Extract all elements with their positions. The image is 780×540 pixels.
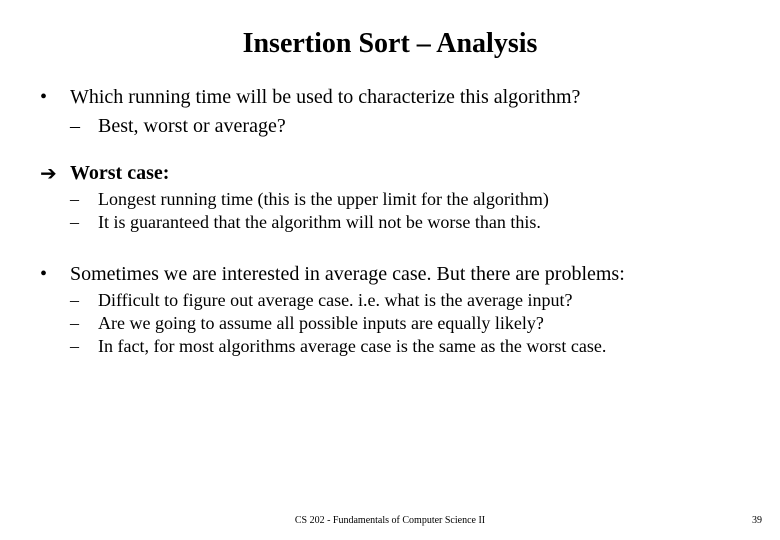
bullet-1-sub: – Best, worst or average? (40, 115, 740, 138)
bullet-2-sub-1: – Longest running time (this is the uppe… (40, 189, 740, 210)
dash-icon: – (70, 313, 98, 334)
bullet-2-sub: – Longest running time (this is the uppe… (40, 189, 740, 233)
bullet-2-label: Worst case: (70, 162, 169, 185)
bullet-1-sub-1: – Best, worst or average? (40, 115, 740, 138)
bullet-1: • Which running time will be used to cha… (40, 86, 740, 138)
bullet-3-sub-2-text: Are we going to assume all possible inpu… (98, 313, 544, 334)
bullet-2-sub-1-text: Longest running time (this is the upper … (98, 189, 549, 210)
bullet-1-sub-1-text: Best, worst or average? (98, 115, 286, 138)
bullet-3-sub-3: – In fact, for most algorithms average c… (40, 336, 740, 357)
slide: Insertion Sort – Analysis • Which runnin… (0, 0, 780, 540)
bullet-1-text: Which running time will be used to chara… (70, 86, 580, 109)
dash-icon: – (70, 336, 98, 357)
bullet-3: • Sometimes we are interested in average… (40, 263, 740, 357)
bullet-2-sub-2: – It is guaranteed that the algorithm wi… (40, 212, 740, 233)
bullet-3-sub-1: – Difficult to figure out average case. … (40, 290, 740, 311)
dash-icon: – (70, 115, 98, 138)
bullet-3-sub: – Difficult to figure out average case. … (40, 290, 740, 357)
dash-icon: – (70, 212, 98, 233)
bullet-2: ➔ Worst case: – Longest running time (th… (40, 162, 740, 233)
page-number: 39 (752, 515, 762, 526)
bullet-dot-icon: • (40, 86, 70, 109)
bullet-2-row: ➔ Worst case: (40, 162, 740, 185)
footer-text: CS 202 - Fundamentals of Computer Scienc… (0, 515, 780, 526)
slide-title: Insertion Sort – Analysis (40, 28, 740, 60)
bullet-1-row: • Which running time will be used to cha… (40, 86, 740, 109)
bullet-dot-icon: • (40, 263, 70, 286)
arrow-right-icon: ➔ (40, 162, 70, 184)
bullet-3-sub-2: – Are we going to assume all possible in… (40, 313, 740, 334)
dash-icon: – (70, 290, 98, 311)
content-list: • Which running time will be used to cha… (40, 86, 740, 357)
bullet-3-sub-3-text: In fact, for most algorithms average cas… (98, 336, 606, 357)
dash-icon: – (70, 189, 98, 210)
bullet-3-row: • Sometimes we are interested in average… (40, 263, 740, 286)
bullet-3-sub-1-text: Difficult to figure out average case. i.… (98, 290, 572, 311)
bullet-2-sub-2-text: It is guaranteed that the algorithm will… (98, 212, 541, 233)
bullet-3-text: Sometimes we are interested in average c… (70, 263, 625, 286)
